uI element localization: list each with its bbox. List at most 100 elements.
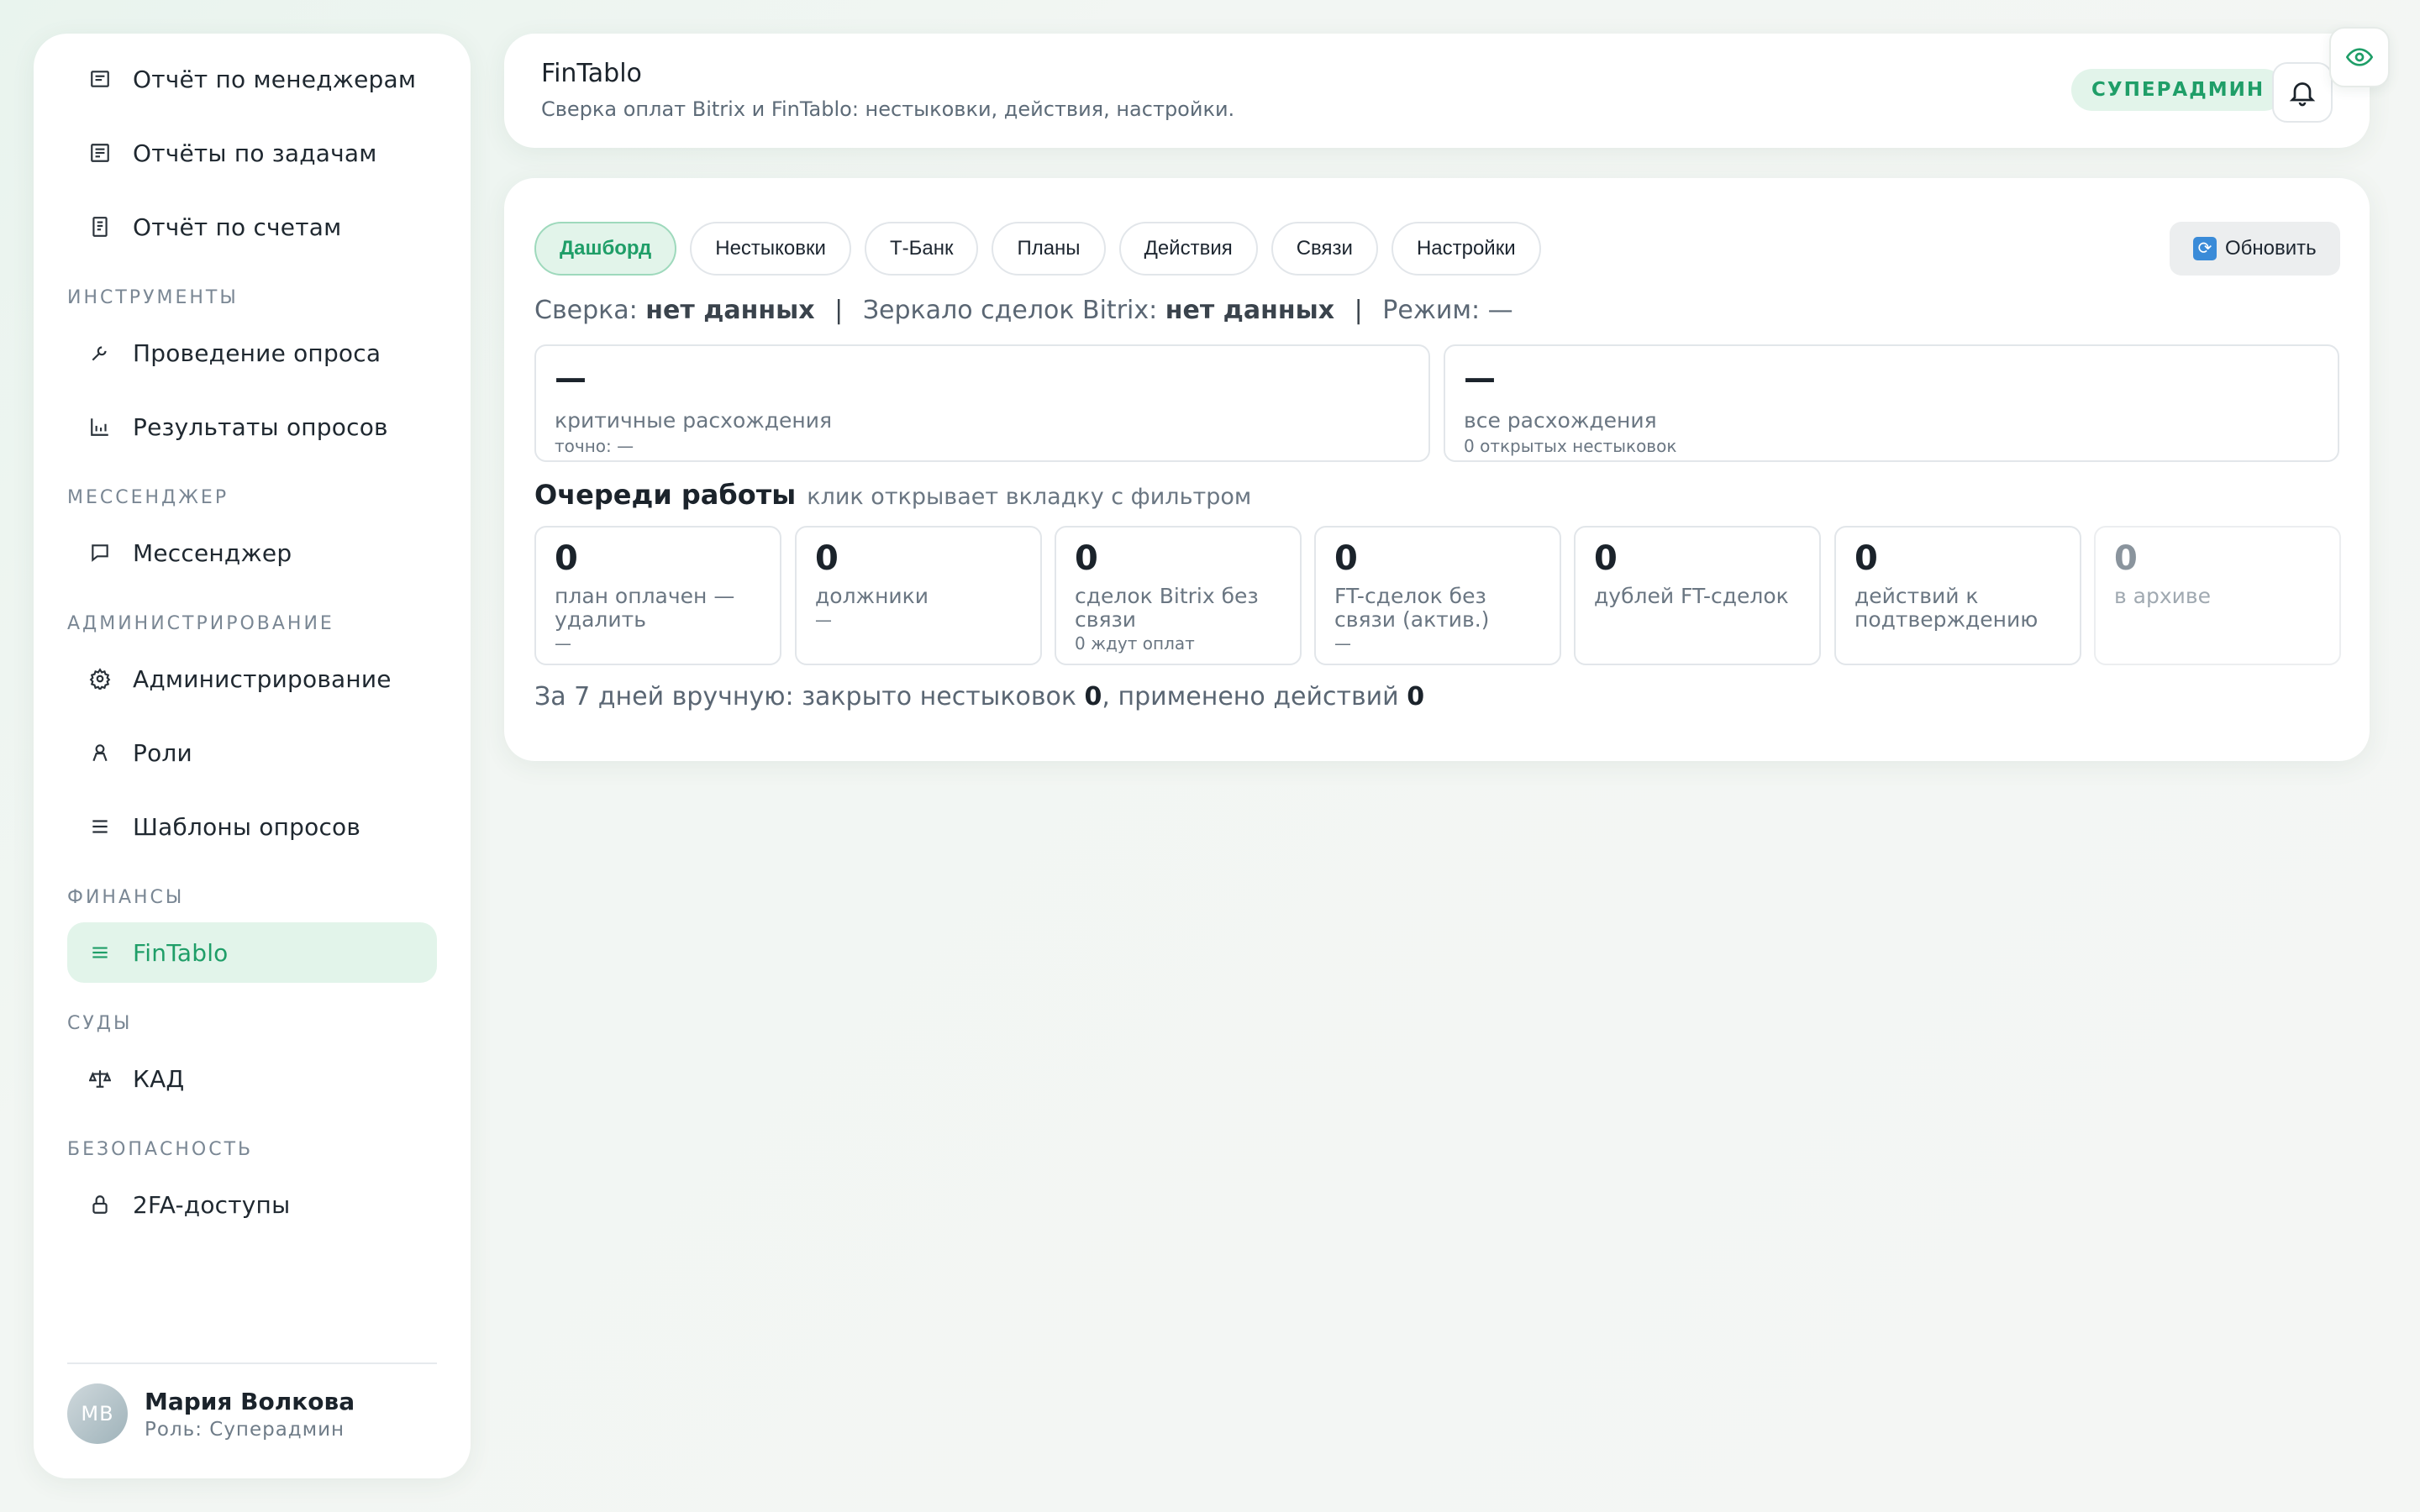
refresh-icon: ⟳ (2193, 237, 2217, 260)
section-title-courts: СУДЫ (67, 1013, 133, 1034)
avatar: МВ (67, 1383, 128, 1444)
status-separator: | (834, 296, 844, 325)
tab-mismatches[interactable]: Нестыковки (690, 222, 851, 276)
tab-plans[interactable]: Планы (992, 222, 1106, 276)
tab-tbank[interactable]: Т-Банк (864, 222, 979, 276)
sidebar-item-tasks-report[interactable]: Отчёты по задачам (67, 123, 437, 183)
queue-sub: 0 ждут оплат (1075, 633, 1195, 654)
queue-debtors[interactable]: 0 должники — (795, 526, 1042, 665)
visibility-toggle-button[interactable] (2329, 27, 2390, 87)
queue-label: дублей FT-сделок (1594, 584, 1789, 608)
bell-icon (2287, 77, 2317, 108)
queue-label: должники (815, 584, 929, 608)
bar-chart-icon (87, 414, 113, 439)
sidebar-item-messenger[interactable]: Мессенджер (67, 522, 437, 583)
list-icon (87, 814, 113, 839)
status-mode-label: Режим: (1382, 296, 1481, 325)
sidebar-item-2fa[interactable]: 2FA-доступы (67, 1174, 437, 1235)
sidebar-item-fintablo[interactable]: FinTablo (67, 922, 437, 983)
summary-applied-count: 0 (1407, 682, 1425, 711)
invoice-icon (87, 214, 113, 239)
queue-sub: — (555, 633, 571, 654)
sidebar-item-label: Мессенджер (133, 538, 292, 567)
scales-icon (87, 1066, 113, 1091)
queue-ft-unlinked[interactable]: 0 FT-сделок без связи (актив.) — (1314, 526, 1561, 665)
section-title-administration: АДМИНИСТРИРОВАНИЕ (67, 613, 334, 634)
sidebar-item-label: Администрирование (133, 664, 392, 693)
tab-dashboard[interactable]: Дашборд (534, 222, 677, 276)
summary-closed-count: 0 (1084, 682, 1102, 711)
sidebar-item-label: КАД (133, 1064, 185, 1093)
sidebar-item-invoice-report[interactable]: Отчёт по счетам (67, 197, 437, 257)
refresh-button[interactable]: ⟳ Обновить (2170, 222, 2340, 276)
queue-value: 0 (1075, 539, 1098, 578)
status-separator: | (1354, 296, 1363, 325)
section-title-messenger: МЕССЕНДЖЕР (67, 487, 229, 508)
kpi-value: — (1464, 360, 1496, 396)
status-mode-value: — (1487, 296, 1513, 325)
queue-actions-to-confirm[interactable]: 0 действий к подтверждению (1834, 526, 2081, 665)
summary-prefix: За 7 дней вручную: закрыто нестыковок (534, 682, 1076, 711)
lock-icon (87, 1192, 113, 1217)
refresh-label: Обновить (2225, 237, 2317, 260)
sidebar-item-roles[interactable]: Роли (67, 722, 437, 783)
kpi-all-discrepancies: — все расхождения 0 открытых нестыковок (1444, 344, 2339, 462)
sidebar-item-label: Проведение опроса (133, 339, 381, 367)
section-title-finance: ФИНАНСЫ (67, 887, 185, 908)
queue-value: 0 (1334, 539, 1358, 578)
chat-icon (87, 540, 113, 565)
sidebar-item-label: Роли (133, 738, 192, 767)
section-title-tools: ИНСТРУМЕНТЫ (67, 287, 239, 308)
queues-hint: клик открывает вкладку с фильтром (807, 484, 1252, 510)
queue-sub: — (1334, 633, 1351, 654)
queue-value: 0 (1854, 539, 1878, 578)
tab-settings[interactable]: Настройки (1391, 222, 1541, 276)
tab-links[interactable]: Связи (1270, 222, 1378, 276)
wrench-icon (87, 340, 113, 365)
status-line: Сверка: нет данных | Зеркало сделок Bitr… (534, 296, 1513, 325)
sidebar-item-kad[interactable]: КАД (67, 1048, 437, 1109)
queue-ft-duplicates[interactable]: 0 дублей FT-сделок (1574, 526, 1821, 665)
sidebar-item-label: FinTablo (133, 938, 229, 967)
queue-value: 0 (2114, 539, 2138, 578)
queue-label: план оплачен — удалить (555, 584, 735, 632)
role-badge: СУПЕРАДМИН (2071, 69, 2286, 111)
user-icon (87, 740, 113, 765)
queue-sub: — (815, 610, 832, 630)
kpi-label: все расхождения (1464, 408, 1657, 433)
sidebar-item-label: Отчёт по счетам (133, 213, 342, 241)
queue-value: 0 (815, 539, 839, 578)
sidebar-item-run-survey[interactable]: Проведение опроса (67, 323, 437, 383)
sidebar-item-label: Отчёт по менеджерам (133, 65, 417, 93)
queue-label: сделок Bitrix без связи (1075, 584, 1259, 632)
queue-label: в архиве (2114, 584, 2212, 608)
queue-bitrix-unlinked[interactable]: 0 сделок Bitrix без связи 0 ждут оплат (1055, 526, 1302, 665)
gear-icon (87, 666, 113, 691)
tab-actions[interactable]: Действия (1118, 222, 1258, 276)
user-profile[interactable]: МВ Мария Волкова Роль: Суперадмин (67, 1383, 355, 1444)
sidebar-item-label: 2FA-доступы (133, 1190, 291, 1219)
sidebar-divider (67, 1362, 437, 1364)
kpi-sub: точно: — (555, 436, 634, 456)
sidebar-item-survey-templates[interactable]: Шаблоны опросов (67, 796, 437, 857)
kpi-sub: 0 открытых нестыковок (1464, 436, 1677, 456)
sidebar-item-manager-report[interactable]: Отчёт по менеджерам (67, 49, 437, 109)
user-name: Мария Волкова (145, 1387, 355, 1415)
sidebar-item-survey-results[interactable]: Результаты опросов (67, 396, 437, 457)
status-sverka-label: Сверка: (534, 296, 638, 325)
status-sverka-value: нет данных (645, 296, 815, 325)
sidebar-item-administration[interactable]: Администрирование (67, 648, 437, 709)
tab-bar: Дашборд Нестыковки Т-Банк Планы Действия… (534, 222, 1555, 276)
status-mirror-label: Зеркало сделок Bitrix: (862, 296, 1158, 325)
notifications-button[interactable] (2272, 62, 2333, 123)
queue-archive[interactable]: 0 в архиве (2094, 526, 2341, 665)
report-icon (87, 66, 113, 92)
queue-label: действий к подтверждению (1854, 584, 2039, 632)
menu-icon (87, 940, 113, 965)
status-mirror-value: нет данных (1165, 296, 1335, 325)
queue-label: FT-сделок без связи (актив.) (1334, 584, 1490, 632)
queue-value: 0 (555, 539, 578, 578)
queue-plan-paid-delete[interactable]: 0 план оплачен — удалить — (534, 526, 781, 665)
summary-middle: , применено действий (1102, 682, 1399, 711)
queues-title: Очереди работы (534, 479, 797, 511)
